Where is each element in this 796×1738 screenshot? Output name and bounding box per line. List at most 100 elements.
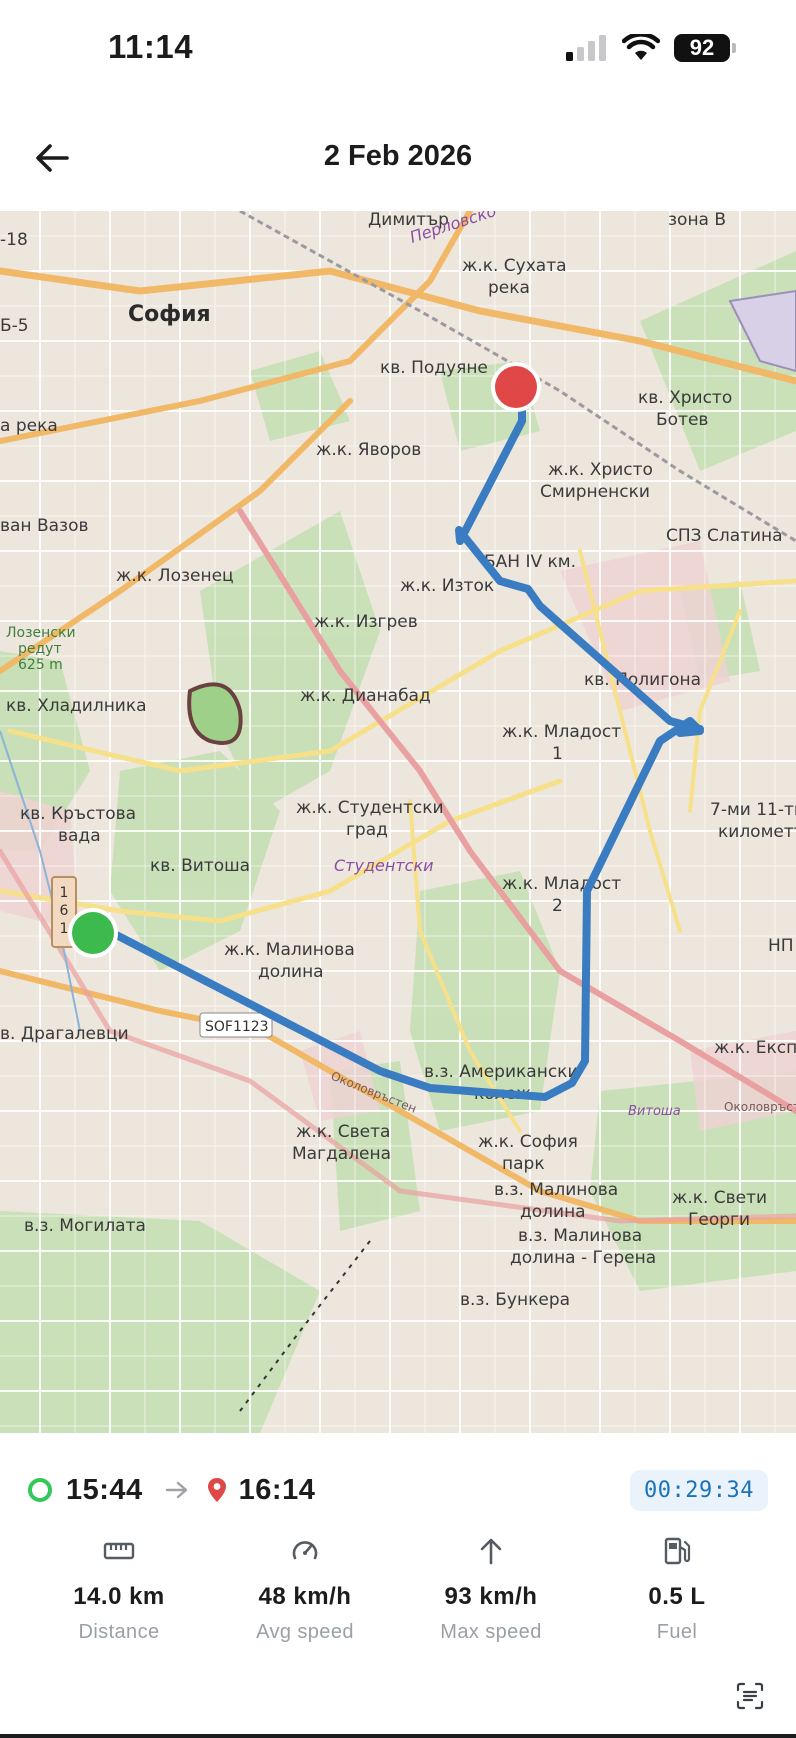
map-label: ж.к. Изток [400, 576, 494, 596]
trip-stats: 14.0 km Distance 48 km/h Avg speed 93 km… [0, 1531, 796, 1644]
map-label: кв. Христо [638, 388, 732, 408]
map-label: ж.к. Малинова [224, 940, 355, 960]
cellular-signal-icon [566, 35, 606, 61]
end-location-marker[interactable] [491, 362, 541, 412]
end-time: 16:14 [238, 1473, 316, 1506]
map-label: кв. Подуяне [380, 358, 488, 378]
stat-label: Fuel [656, 1621, 698, 1643]
map-label: в.з. Бункера [460, 1290, 570, 1310]
scan-text-button[interactable] [728, 1674, 772, 1718]
stat-value: 93 km/h [444, 1583, 538, 1610]
map-label: Студентски [334, 856, 434, 875]
map-label: Лозенски [6, 625, 76, 641]
map-label: Витоша [628, 1104, 681, 1119]
map-label: вада [58, 826, 101, 846]
map-label: километър [718, 822, 796, 842]
map-label: Георги [688, 1210, 750, 1230]
stat-value: 14.0 km [73, 1583, 165, 1610]
stat-value: 0.5 L [648, 1583, 706, 1610]
map-label: -18 [0, 230, 28, 250]
start-location-marker[interactable] [68, 908, 118, 958]
start-time: 15:44 [66, 1473, 143, 1506]
map-label: а река [0, 416, 58, 436]
map-label: БАН IV км. [484, 552, 576, 572]
map-label: ж.к. Свети [672, 1188, 767, 1208]
stat-distance: 14.0 km Distance [26, 1531, 212, 1644]
map-label: ж.к. Дианабад [300, 686, 431, 706]
fuel-pump-icon [664, 1537, 691, 1565]
map-label: долина - Герена [510, 1248, 656, 1268]
scan-text-icon [736, 1682, 764, 1710]
map-label: ж.к. Експо [714, 1038, 796, 1058]
map-park-ring [187, 682, 243, 745]
map-label: 625 m [18, 657, 63, 673]
map-label: Смирненски [540, 482, 650, 502]
map-canvas: 1 6 1 Димитър зона В Перловско ж.к. Суха… [0, 211, 796, 1433]
map-label: ж.к. Сухата [462, 256, 567, 276]
map-label: редут [18, 641, 62, 657]
stat-label: Max speed [440, 1621, 542, 1643]
map-label: град [346, 820, 388, 840]
arrow-up-icon [480, 1538, 502, 1565]
map-label: ж.к. Младост [502, 874, 621, 894]
map-label: Магдалена [292, 1144, 391, 1164]
map-label: 2 [552, 896, 563, 916]
status-time: 11:14 [108, 28, 194, 65]
ruler-icon [103, 1542, 135, 1560]
map-label: СПЗ Слатина [666, 526, 783, 546]
map-label: Околовръстен [724, 1100, 796, 1114]
stat-label: Avg speed [256, 1621, 354, 1643]
stat-value: 48 km/h [258, 1583, 352, 1610]
map-label: кв. Полигона [584, 670, 701, 690]
trip-summary-panel: 15:44 16:14 00:29:34 14.0 km Distance 48… [0, 1433, 796, 1738]
map-label: ж.к. Изгрев [314, 612, 418, 632]
map-label: парк [502, 1154, 545, 1174]
map-label: ж.к. Яворов [316, 440, 421, 460]
battery-indicator: 92 [674, 34, 736, 62]
map-label: ж.к. София [478, 1132, 578, 1152]
trip-time-row: 15:44 16:14 00:29:34 [28, 1465, 768, 1515]
page-title: 2 Feb 2026 [323, 140, 473, 172]
map-label: река [488, 278, 530, 298]
start-circle-icon [28, 1478, 52, 1502]
map-label: в. Драгалевци [0, 1024, 129, 1044]
stat-fuel: 0.5 L Fuel [584, 1531, 770, 1644]
header: 2 Feb 2026 [0, 110, 796, 210]
duration-badge: 00:29:34 [630, 1469, 768, 1511]
stat-avg-speed: 48 km/h Avg speed [212, 1531, 398, 1644]
status-bar: 11:14 92 [0, 0, 796, 100]
map-label: в.з. Малинова [518, 1226, 642, 1246]
map-label: 7-ми 11-ти [710, 800, 796, 820]
map-label: долина [258, 962, 324, 982]
map-label: ж.к. Света [296, 1122, 390, 1142]
map-label: в.з. Американски [424, 1062, 579, 1082]
trip-map[interactable]: 1 6 1 Димитър зона В Перловско ж.к. Суха… [0, 211, 796, 1433]
svg-text:1: 1 [60, 921, 69, 937]
map-label: в.з. Могилата [24, 1216, 146, 1236]
speedometer-icon [292, 1541, 318, 1560]
stat-label: Distance [78, 1621, 160, 1643]
wifi-icon [622, 34, 660, 60]
arrow-right-icon [165, 1481, 187, 1499]
location-pin-icon [207, 1478, 226, 1502]
map-label: София [128, 302, 211, 327]
route-number-label: 1 [60, 885, 69, 901]
map-label: Ботев [656, 410, 708, 430]
map-label: SOF1123 [205, 1019, 269, 1035]
stat-max-speed: 93 km/h Max speed [398, 1531, 584, 1644]
map-label: ж.к. Лозенец [116, 566, 234, 586]
map-label: Б-5 [0, 316, 29, 336]
map-label: кв. Витоша [150, 856, 250, 876]
map-label: ван Вазов [0, 516, 89, 536]
map-label: НП [768, 936, 794, 956]
map-label: в.з. Малинова [494, 1180, 618, 1200]
map-label: кв. Хладилника [6, 696, 147, 716]
map-label: ж.к. Студентски [296, 798, 444, 818]
map-label: 1 [552, 744, 563, 764]
map-label: зона В [668, 211, 726, 230]
home-indicator [0, 1734, 796, 1738]
map-label: долина [520, 1202, 586, 1222]
status-icons: 92 [566, 34, 736, 62]
map-label: ж.к. Младост [502, 722, 621, 742]
battery-level: 92 [689, 35, 715, 60]
